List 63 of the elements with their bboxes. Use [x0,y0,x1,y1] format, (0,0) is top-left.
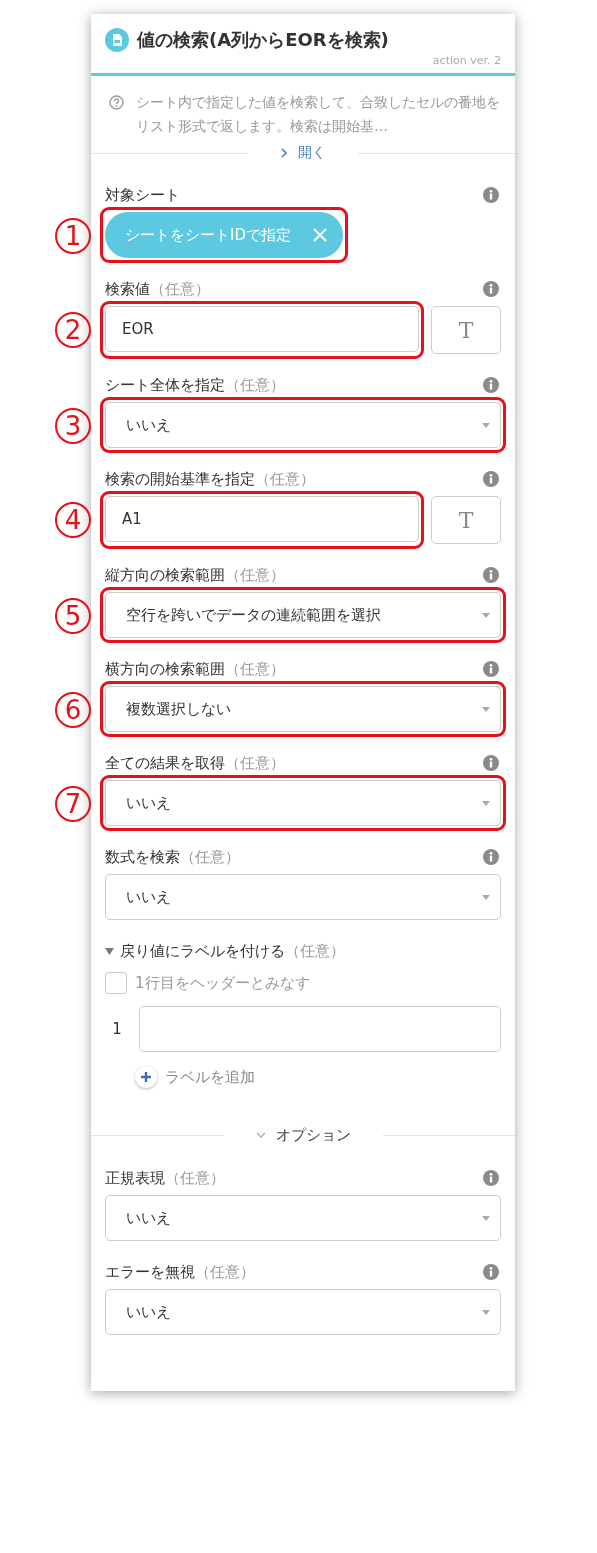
select-field[interactable]: 複数選択しない [105,686,501,732]
info-icon[interactable] [483,661,499,677]
select-field[interactable]: いいえ [105,402,501,448]
field-label: 横方向の検索範囲（任意） [105,659,285,679]
input-field[interactable]: A1 [105,496,419,542]
add-label-button[interactable]: ラベルを追加 [135,1066,255,1088]
text-type-button[interactable]: T [431,496,501,544]
dropdown-caret-icon [482,1215,490,1221]
field-label: エラーを無視（任意） [105,1262,255,1282]
help-icon [109,95,124,110]
collapse-triangle-icon[interactable] [105,947,114,955]
info-icon[interactable] [483,1170,499,1186]
select-field[interactable]: 空行を跨いでデータの連続範囲を選択 [105,592,501,638]
close-icon[interactable] [313,228,327,242]
info-icon[interactable] [483,1264,499,1280]
annotation-number: 6 [55,692,91,728]
info-icon[interactable] [483,567,499,583]
annotation-number: 5 [55,598,91,634]
select-field[interactable]: いいえ [105,780,501,826]
info-icon[interactable] [483,281,499,297]
dropdown-caret-icon [482,422,490,428]
dropdown-caret-icon [482,612,490,618]
options-toggle[interactable]: オプション [233,1126,373,1145]
select-field[interactable]: いいえ [105,874,501,920]
field-label: シート全体を指定（任意） [105,375,285,395]
annotation-number: 4 [55,502,91,538]
field-label: 対象シート [105,185,180,205]
dropdown-caret-icon [482,706,490,712]
info-icon[interactable] [483,849,499,865]
text-type-button[interactable]: T [431,306,501,354]
document-icon [105,28,129,52]
description-text: シート内で指定した値を検索して、合致したセルの番地をリスト形式で返します。検索は開始基… [136,93,501,136]
annotation-number: 1 [55,218,91,254]
expand-toggle[interactable]: 開く [258,144,348,162]
info-icon[interactable] [483,377,499,393]
info-icon[interactable] [483,755,499,771]
field-label: 検索の開始基準を指定（任意） [105,469,315,489]
section-label: 戻り値にラベルを付ける（任意） [120,941,345,961]
chevron-icon [255,1132,266,1139]
input-field[interactable]: EOR [105,306,419,352]
dropdown-caret-icon [482,1309,490,1315]
annotation-number: 7 [55,786,91,822]
info-icon[interactable] [483,471,499,487]
field-label: 全ての結果を取得（任意） [105,753,285,773]
checkbox[interactable] [105,972,127,994]
field-label: 検索値（任意） [105,279,210,299]
dropdown-caret-icon [482,800,490,806]
field-label: 縦方向の検索範囲（任意） [105,565,285,585]
panel-title: 値の検索(A列からEORを検索) [137,28,389,52]
chevron-icon [280,148,288,158]
info-icon[interactable] [483,187,499,203]
annotation-number: 3 [55,408,91,444]
select-field[interactable]: いいえ [105,1195,501,1241]
dropdown-caret-icon [482,894,490,900]
select-field[interactable]: いいえ [105,1289,501,1335]
field-label: 数式を検索（任意） [105,847,240,867]
annotation-number: 2 [55,312,91,348]
row-number: 1 [111,1020,123,1038]
input-field[interactable] [139,1006,501,1052]
plus-icon [140,1071,152,1083]
version-label: action ver. 2 [431,54,501,67]
field-label: 正規表現（任意） [105,1168,225,1188]
checkbox-label: 1行目をヘッダーとみなす [135,973,310,993]
